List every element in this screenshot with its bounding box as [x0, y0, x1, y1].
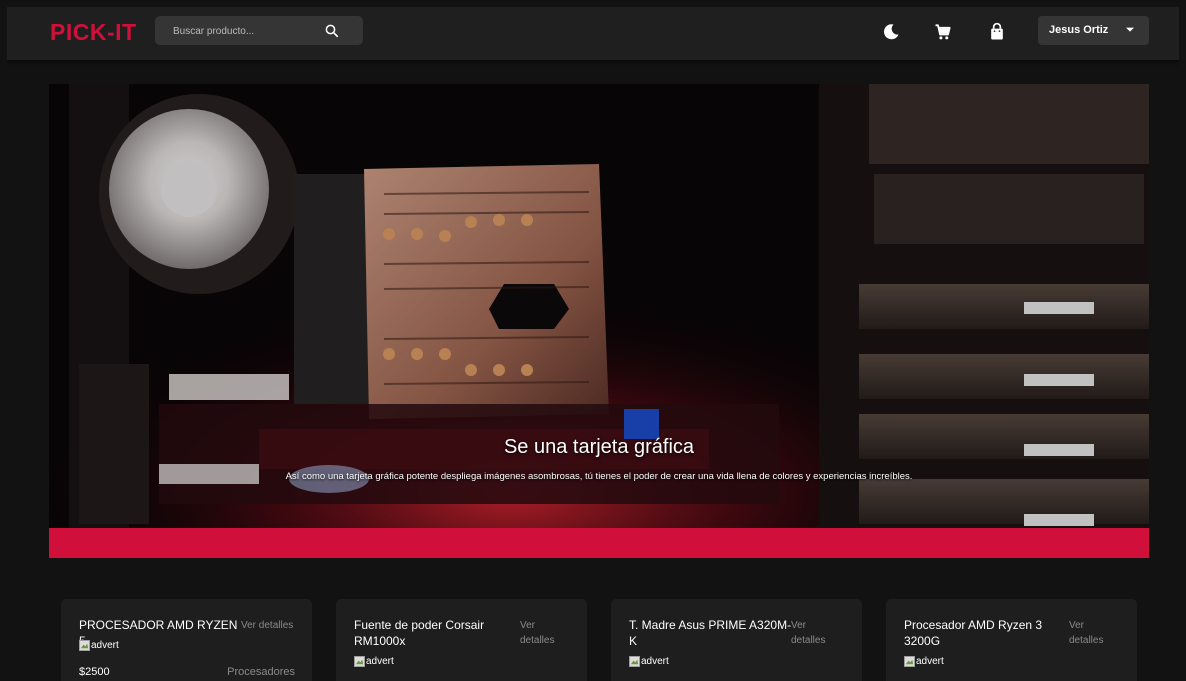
- broken-image-icon: [354, 656, 365, 667]
- product-price: $2500: [79, 666, 110, 678]
- details-link[interactable]: Ver detalles: [520, 618, 568, 648]
- product-card[interactable]: Fuente de poder Corsair RM1000x Ver deta…: [336, 599, 587, 681]
- product-name[interactable]: T. Madre Asus PRIME A320M-K: [629, 617, 794, 649]
- hero-title: Se una tarjeta gráfica: [503, 436, 695, 458]
- image-alt-text: advert: [366, 656, 394, 667]
- product-image[interactable]: advert: [79, 640, 119, 651]
- shopping-bag-icon[interactable]: [987, 22, 1007, 42]
- product-card[interactable]: T. Madre Asus PRIME A320M-K Ver detalles…: [611, 599, 862, 681]
- image-alt-text: advert: [91, 640, 119, 651]
- moon-icon[interactable]: [881, 22, 901, 42]
- product-image[interactable]: advert: [354, 656, 394, 667]
- cart-icon[interactable]: [933, 22, 953, 42]
- top-navbar: PICK-IT Jesus Ortiz: [7, 7, 1179, 60]
- product-category: Procesadores: [227, 666, 295, 678]
- search-input[interactable]: [155, 16, 335, 47]
- image-alt-text: advert: [641, 656, 669, 667]
- details-link[interactable]: Ver detalles: [241, 618, 293, 633]
- search-icon[interactable]: [323, 22, 341, 40]
- search-box: [155, 16, 363, 47]
- user-name: Jesus Ortiz: [1049, 24, 1109, 36]
- hero-description: Así como una tarjeta gráfica potente des…: [285, 471, 913, 482]
- image-alt-text: advert: [916, 656, 944, 667]
- product-card[interactable]: Procesador AMD Ryzen 3 3200G Ver detalle…: [886, 599, 1137, 681]
- product-card[interactable]: PROCESADOR AMD RYZEN 5 Ver detalles adve…: [61, 599, 312, 681]
- broken-image-icon: [904, 656, 915, 667]
- product-name[interactable]: Procesador AMD Ryzen 3 3200G: [904, 617, 1049, 649]
- product-name[interactable]: Fuente de poder Corsair RM1000x: [354, 617, 494, 649]
- chevron-down-icon: [1126, 27, 1134, 32]
- details-link[interactable]: Ver detalles: [791, 618, 839, 648]
- brand-logo[interactable]: PICK-IT: [50, 19, 137, 46]
- product-image[interactable]: advert: [629, 656, 669, 667]
- hero-banner[interactable]: Se una tarjeta gráfica Así como una tarj…: [49, 84, 1149, 528]
- hero-image: [49, 84, 1149, 528]
- details-link[interactable]: Ver detalles: [1069, 618, 1117, 648]
- product-image[interactable]: advert: [904, 656, 944, 667]
- user-menu-button[interactable]: Jesus Ortiz: [1038, 16, 1149, 45]
- app-frame: PICK-IT Jesus Ortiz: [7, 7, 1179, 681]
- hero-accent-bar: [49, 528, 1149, 558]
- broken-image-icon: [629, 656, 640, 667]
- broken-image-icon: [79, 640, 90, 651]
